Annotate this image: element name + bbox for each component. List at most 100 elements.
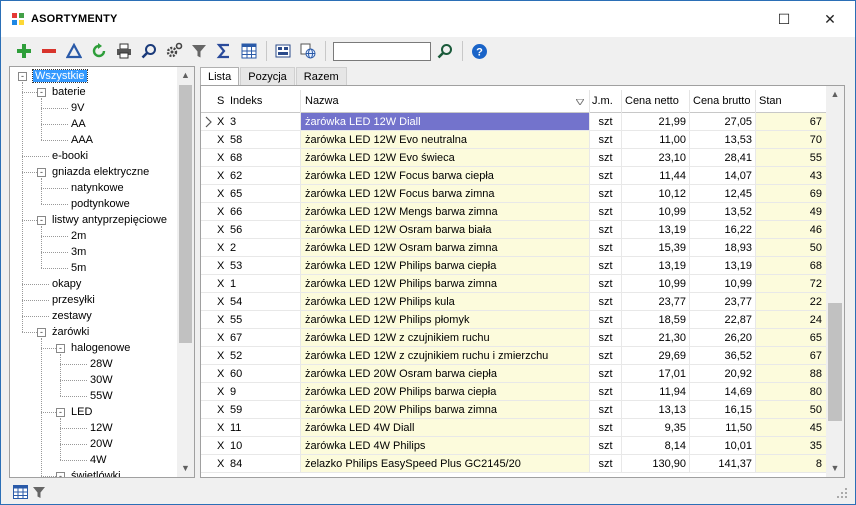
tree-item[interactable]: AAA (71, 132, 93, 148)
filter-button[interactable] (188, 40, 210, 62)
columns-button[interactable] (238, 40, 260, 62)
table-row[interactable]: X 9 żarówka LED 20W Philips barwa ciepła sz… (201, 383, 826, 401)
grid-scroll-thumb[interactable] (828, 303, 842, 421)
tree-scrollbar[interactable]: ▲ ▼ (177, 67, 194, 477)
tree-item[interactable]: halogenowe (71, 340, 130, 356)
tree-item[interactable]: AA (71, 116, 86, 132)
tree-item-label: AA (71, 118, 86, 130)
tree-scroll-thumb[interactable] (179, 85, 192, 343)
close-icon: ✕ (824, 10, 836, 27)
cell-s: X (215, 257, 229, 275)
tree-collapse-icon[interactable]: - (37, 168, 46, 177)
table-row[interactable]: X 56 żarówka LED 12W Osram barwa biała szt 1… (201, 221, 826, 239)
table-row[interactable]: X 84 żelazko Philips EasySpeed Plus GC2145… (201, 455, 826, 473)
column-header-nazwa[interactable]: Nazwa (301, 90, 590, 113)
settings-button[interactable] (163, 40, 185, 62)
table-row[interactable]: X 54 żarówka LED 12W Philips kula szt 23,77 2… (201, 293, 826, 311)
print-button[interactable] (113, 40, 135, 62)
tree-item[interactable]: zestawy (52, 308, 92, 324)
table-row[interactable]: X 53 żarówka LED 12W Philips barwa ciepła s… (201, 257, 826, 275)
table-row[interactable]: X 65 żarówka LED 12W Focus barwa zimna szt 1… (201, 185, 826, 203)
table-row[interactable]: X 11 żarówka LED 4W Diall szt 9,35 11,50 45 (201, 419, 826, 437)
tab-razem[interactable]: Razem (295, 67, 347, 85)
table-row[interactable]: X 2 żarówka LED 12W Osram barwa zimna szt 15… (201, 239, 826, 257)
tree-item[interactable]: baterie (52, 84, 86, 100)
tree-item[interactable]: podtynkowe (71, 196, 130, 212)
table-row[interactable]: X 3 żarówka LED 12W Diall szt 21,99 27,05 67 (201, 113, 826, 131)
table-row[interactable]: X 59 żarówka LED 20W Philips barwa zimna sz… (201, 401, 826, 419)
cell-brutto: 10,01 (690, 437, 756, 455)
help-button[interactable]: ? (468, 40, 490, 62)
tree-item[interactable]: e-booki (52, 148, 88, 164)
table-row[interactable]: X 58 żarówka LED 12W Evo neutralna szt 11,00… (201, 131, 826, 149)
tree-item[interactable]: 2m (71, 228, 86, 244)
tree-connector (22, 300, 49, 301)
edit-button[interactable] (63, 40, 85, 62)
resize-grip-icon[interactable] (837, 488, 847, 498)
tree-collapse-icon[interactable]: - (18, 72, 27, 81)
tab-lista[interactable]: Lista (200, 67, 240, 85)
table-row[interactable]: X 52 żarówka LED 12W z czujnikiem ruchu i … (201, 347, 826, 365)
column-header-s[interactable]: S (215, 90, 229, 113)
table-row[interactable]: X 55 żarówka LED 12W Philips płomyk szt 18,5… (201, 311, 826, 329)
tree-collapse-icon[interactable]: - (56, 408, 65, 417)
table-row[interactable]: X 1 żarówka LED 12W Philips barwa zimna szt… (201, 275, 826, 293)
globe-button[interactable] (297, 40, 319, 62)
grid-scroll-up-icon[interactable]: ▲ (826, 86, 844, 103)
tree-item[interactable]: 55W (90, 388, 113, 404)
tree-item[interactable]: listwy antyprzepięciowe (52, 212, 167, 228)
table-row[interactable]: X 10 żarówka LED 4W Philips szt 8,14 10,01 35 (201, 437, 826, 455)
cell-brutto: 36,52 (690, 347, 756, 365)
table-row[interactable]: X 60 żarówka LED 20W Osram barwa ciepła szt… (201, 365, 826, 383)
tree-item[interactable]: 30W (90, 372, 113, 388)
tree-item[interactable]: gniazda elektryczne (52, 164, 149, 180)
refresh-button[interactable] (88, 40, 110, 62)
tree-item[interactable]: 28W (90, 356, 113, 372)
column-header-cena-brutto[interactable]: Cena brutto (690, 90, 756, 113)
tree-item[interactable]: 4W (90, 452, 107, 468)
maximize-button[interactable]: ☐ (761, 1, 807, 37)
app-icon (12, 13, 24, 25)
tree-item[interactable]: natynkowe (71, 180, 124, 196)
tree-item[interactable]: 20W (90, 436, 113, 452)
find-button[interactable] (434, 40, 456, 62)
column-header-indeks[interactable]: Indeks (229, 90, 301, 113)
search-input[interactable] (333, 41, 431, 61)
tree-item[interactable]: 3m (71, 244, 86, 260)
tree-item[interactable]: Wszystkie (32, 68, 88, 84)
tree-collapse-icon[interactable]: - (56, 344, 65, 353)
column-header-jm[interactable]: J.m. (590, 90, 622, 113)
tree-item[interactable]: przesyłki (52, 292, 95, 308)
tab-pozycja[interactable]: Pozycja (240, 67, 295, 85)
tree-item[interactable]: LED (71, 404, 92, 420)
column-header-cena-netto[interactable]: Cena netto (622, 90, 690, 113)
status-filter-button[interactable] (32, 481, 46, 503)
tree-item[interactable]: 12W (90, 420, 113, 436)
tree-item[interactable]: żarówki (52, 324, 89, 340)
column-header-stan[interactable]: Stan (756, 90, 826, 113)
close-button[interactable]: ✕ (807, 1, 853, 37)
delete-button[interactable] (38, 40, 60, 62)
grid-scroll-down-icon[interactable]: ▼ (826, 460, 844, 477)
scroll-down-icon[interactable]: ▼ (177, 460, 194, 477)
grid-scrollbar[interactable]: ▲ ▼ (826, 86, 844, 477)
barcode-button[interactable] (272, 40, 294, 62)
table-row[interactable]: X 62 żarówka LED 12W Focus barwa ciepła szt… (201, 167, 826, 185)
tree-collapse-icon[interactable]: - (37, 216, 46, 225)
tree-collapse-icon[interactable]: - (56, 472, 65, 477)
table-row[interactable]: X 66 żarówka LED 12W Mengs barwa zimna szt 1… (201, 203, 826, 221)
table-row[interactable]: X 67 żarówka LED 12W z czujnikiem ruchu szt… (201, 329, 826, 347)
tree-item[interactable]: 5m (71, 260, 86, 276)
sum-icon (216, 43, 229, 59)
tree-item[interactable]: 9V (71, 100, 84, 116)
tree-collapse-icon[interactable]: - (37, 328, 46, 337)
tree-collapse-icon[interactable]: - (37, 88, 46, 97)
tree-item[interactable]: świetlówki (71, 468, 121, 477)
tree-item[interactable]: okapy (52, 276, 81, 292)
scroll-up-icon[interactable]: ▲ (177, 67, 194, 84)
search-button[interactable] (138, 40, 160, 62)
add-button[interactable] (13, 40, 35, 62)
grid-view-button[interactable] (11, 481, 29, 503)
table-row[interactable]: X 68 żarówka LED 12W Evo świeca szt 23,10 28,… (201, 149, 826, 167)
sum-button[interactable] (213, 40, 235, 62)
